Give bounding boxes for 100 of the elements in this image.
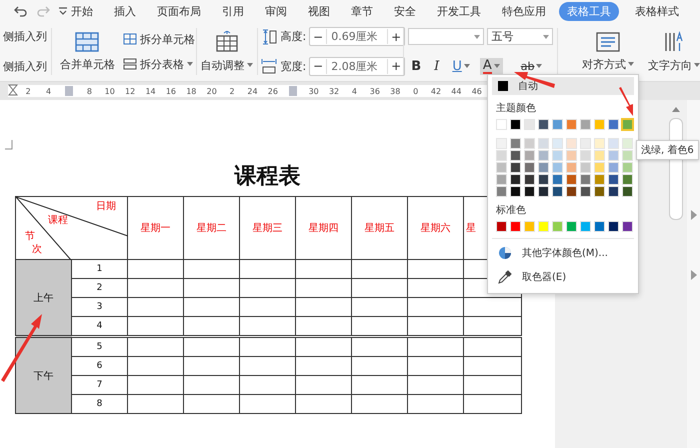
color-swatch[interactable]: [594, 150, 605, 161]
color-swatch[interactable]: [608, 221, 619, 232]
color-swatch[interactable]: [608, 186, 619, 197]
ribbon-tab[interactable]: 引用: [222, 2, 244, 20]
color-swatch[interactable]: [496, 186, 507, 197]
color-swatch[interactable]: [566, 138, 577, 149]
color-swatch[interactable]: [594, 162, 605, 173]
color-swatch[interactable]: [580, 138, 591, 149]
ribbon-tab[interactable]: 开发工具: [437, 2, 481, 20]
color-swatch[interactable]: [580, 119, 591, 130]
format-button[interactable]: B: [408, 58, 424, 75]
ribbon-tab[interactable]: 章节: [351, 2, 373, 20]
format-button[interactable]: ab: [518, 58, 546, 74]
color-swatch[interactable]: [622, 162, 633, 173]
redo-icon[interactable]: [36, 4, 50, 18]
align-button[interactable]: 对齐方式: [582, 32, 634, 72]
color-swatch[interactable]: [580, 162, 591, 173]
format-button[interactable]: A: [480, 58, 503, 75]
color-swatch[interactable]: [580, 186, 591, 197]
column-marker-icon[interactable]: [64, 86, 73, 96]
ribbon-tab[interactable]: 审阅: [265, 2, 287, 20]
color-swatch[interactable]: [538, 162, 549, 173]
color-swatch[interactable]: [510, 150, 521, 161]
color-swatch[interactable]: [496, 138, 507, 149]
color-swatch[interactable]: [608, 138, 619, 149]
ribbon-tab[interactable]: 特色应用: [502, 2, 546, 20]
color-swatch[interactable]: [622, 221, 633, 232]
color-swatch[interactable]: [510, 119, 521, 130]
color-swatch[interactable]: [552, 150, 563, 161]
color-swatch[interactable]: [496, 119, 507, 130]
color-swatch[interactable]: [524, 162, 535, 173]
color-swatch[interactable]: [524, 186, 535, 197]
ribbon-tab[interactable]: 表格样式: [635, 2, 679, 20]
ribbon-tab[interactable]: 安全: [394, 2, 416, 20]
color-swatch[interactable]: [566, 162, 577, 173]
indent-marker-icon[interactable]: [8, 84, 18, 98]
format-button[interactable]: U: [449, 58, 473, 75]
color-swatch[interactable]: [538, 138, 549, 149]
color-swatch[interactable]: [524, 138, 535, 149]
color-swatch[interactable]: [566, 150, 577, 161]
color-swatch[interactable]: [510, 186, 521, 197]
auto-fit-button[interactable]: 自动调整: [200, 30, 253, 72]
color-picker-item[interactable]: 取色器(E): [492, 265, 634, 289]
ribbon-tab[interactable]: 页面布局: [157, 2, 201, 20]
color-swatch[interactable]: [524, 174, 535, 185]
color-swatch[interactable]: [552, 186, 563, 197]
color-swatch[interactable]: [538, 119, 549, 130]
color-swatch[interactable]: [608, 150, 619, 161]
color-swatch[interactable]: [552, 119, 563, 130]
split-table-button[interactable]: 拆分表格: [122, 56, 195, 72]
color-swatch[interactable]: [538, 221, 549, 232]
color-swatch[interactable]: [524, 119, 535, 130]
color-swatch[interactable]: [622, 186, 633, 197]
color-swatch[interactable]: [566, 174, 577, 185]
color-swatch[interactable]: [538, 186, 549, 197]
color-swatch[interactable]: [524, 221, 535, 232]
split-cells-button[interactable]: 拆分单元格: [122, 32, 195, 46]
color-swatch[interactable]: [524, 150, 535, 161]
color-swatch[interactable]: [566, 119, 577, 130]
color-swatch[interactable]: [552, 221, 563, 232]
color-swatch[interactable]: [538, 174, 549, 185]
color-swatch[interactable]: [580, 150, 591, 161]
color-swatch[interactable]: [594, 174, 605, 185]
color-swatch[interactable]: [622, 119, 633, 130]
scroll-up-icon[interactable]: [672, 106, 680, 112]
color-swatch[interactable]: [566, 186, 577, 197]
color-swatch[interactable]: [510, 174, 521, 185]
color-swatch[interactable]: [552, 174, 563, 185]
format-button[interactable]: I: [431, 58, 442, 75]
color-swatch[interactable]: [496, 150, 507, 161]
color-swatch[interactable]: [608, 119, 619, 130]
color-swatch[interactable]: [580, 174, 591, 185]
insert-column-button[interactable]: 侧插入列: [3, 29, 47, 44]
size-field[interactable]: − 0.69厘米 +: [309, 27, 406, 46]
automatic-color-item[interactable]: 自动: [492, 77, 634, 95]
font-name-field[interactable]: [408, 28, 484, 46]
color-swatch[interactable]: [538, 150, 549, 161]
color-swatch[interactable]: [510, 162, 521, 173]
ribbon-tab[interactable]: 插入: [114, 2, 136, 20]
insert-column-button[interactable]: 侧插入列: [3, 58, 47, 74]
color-swatch[interactable]: [566, 221, 577, 232]
ribbon-tab[interactable]: 视图: [308, 2, 330, 20]
color-swatch[interactable]: [510, 221, 521, 232]
text-direction-button[interactable]: 文字方向: [648, 30, 700, 72]
merge-cells-button[interactable]: 合并单元格: [60, 32, 115, 72]
color-swatch[interactable]: [594, 119, 605, 130]
color-swatch[interactable]: [622, 138, 633, 149]
size-field[interactable]: − 2.08厘米 +: [309, 56, 406, 76]
expand-icon[interactable]: [690, 210, 696, 220]
color-swatch[interactable]: [552, 138, 563, 149]
color-swatch[interactable]: [552, 162, 563, 173]
color-swatch[interactable]: [594, 221, 605, 232]
column-marker-icon[interactable]: [289, 86, 298, 96]
color-swatch[interactable]: [496, 162, 507, 173]
undo-icon[interactable]: [14, 4, 28, 18]
color-swatch[interactable]: [594, 186, 605, 197]
color-swatch[interactable]: [622, 150, 633, 161]
ribbon-tab[interactable]: 开始: [71, 2, 93, 20]
expand-icon[interactable]: [690, 270, 696, 280]
color-swatch[interactable]: [608, 162, 619, 173]
